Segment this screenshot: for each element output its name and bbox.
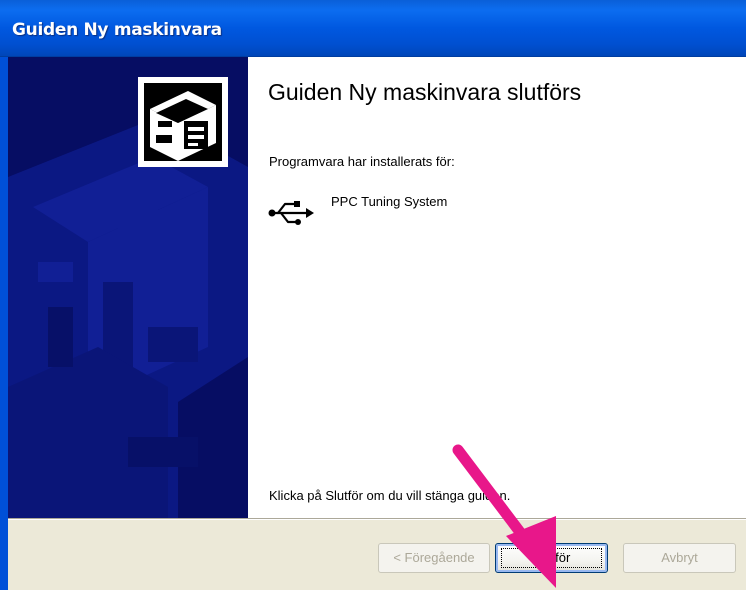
device-name: PPC Tuning System <box>331 194 448 209</box>
wizard-content: Guiden Ny maskinvara slutförs Programvar… <box>248 57 746 518</box>
cancel-button[interactable]: Avbryt <box>623 543 736 573</box>
installed-for-label: Programvara har installerats för: <box>269 154 455 169</box>
window-left-border <box>0 57 8 590</box>
button-area-divider <box>8 518 746 520</box>
finish-hint-text: Klicka på Slutför om du vill stänga guid… <box>269 488 511 503</box>
window-title: Guiden Ny maskinvara <box>12 20 222 40</box>
page-title: Guiden Ny maskinvara slutförs <box>268 79 582 105</box>
focus-outline <box>501 548 602 568</box>
usb-icon <box>268 201 314 225</box>
wizard-window: Guiden Ny maskinvara Guiden Ny maskinvar… <box>0 0 746 590</box>
previous-button[interactable]: < Föregående <box>378 543 490 573</box>
wizard-banner <box>8 57 248 518</box>
finish-button[interactable]: Slutför <box>495 543 608 573</box>
banner-graphic <box>8 77 248 518</box>
title-bar[interactable]: Guiden Ny maskinvara <box>0 0 746 57</box>
